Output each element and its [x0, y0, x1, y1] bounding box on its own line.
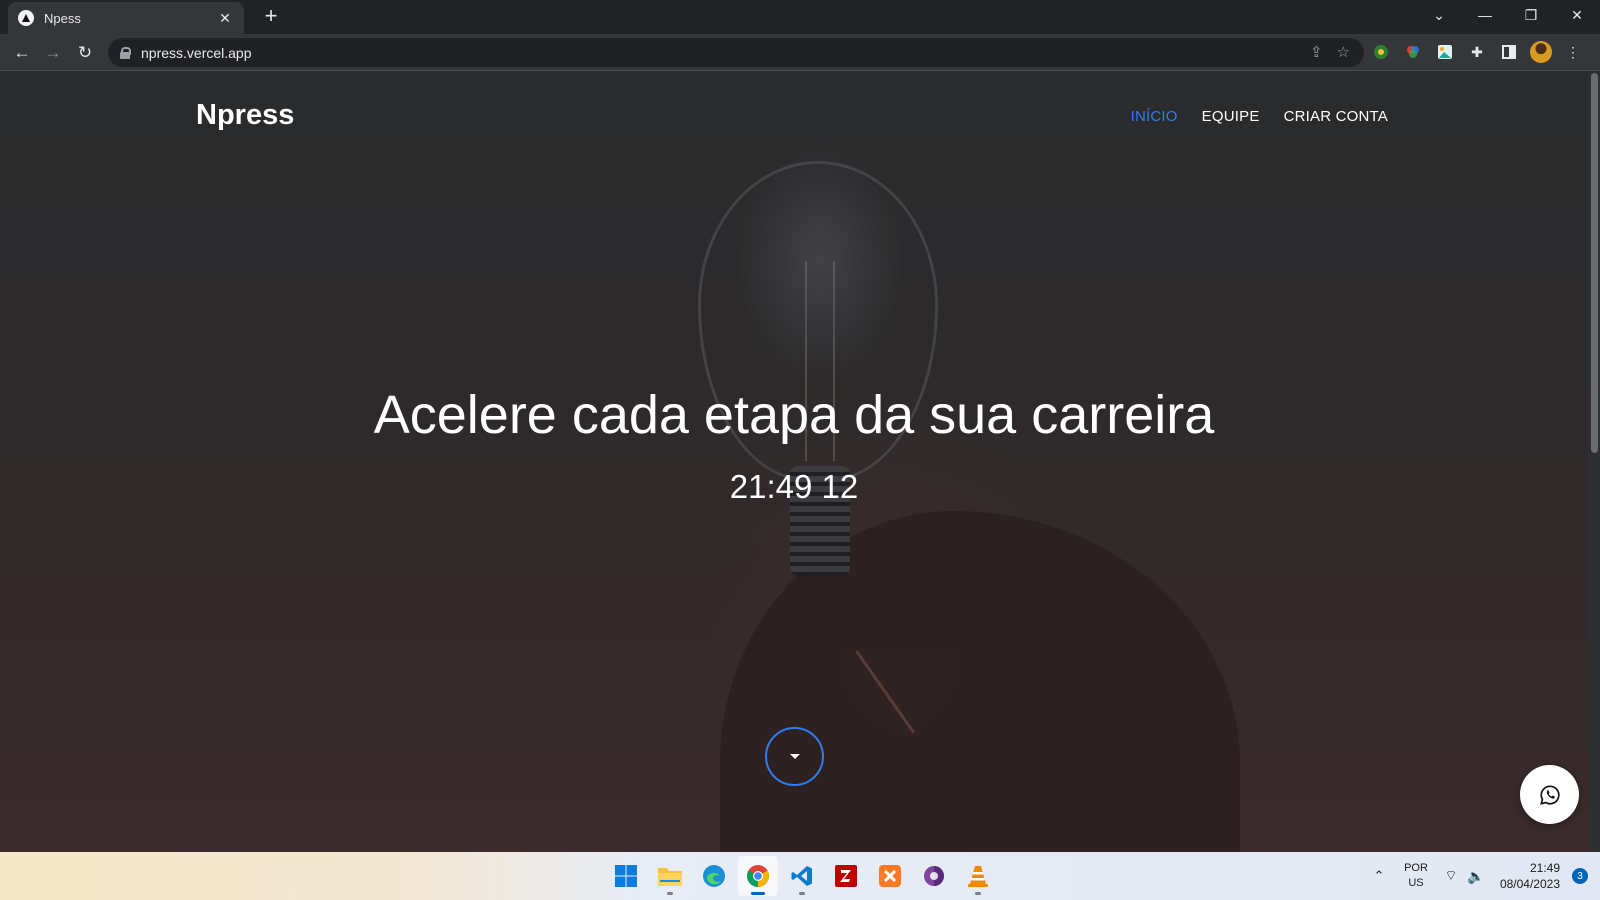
share-icon[interactable]: ⇪: [1310, 43, 1323, 61]
whatsapp-icon: [1539, 784, 1560, 805]
volume-icon[interactable]: 🔈: [1464, 868, 1488, 885]
bookmark-star-icon[interactable]: ☆: [1337, 43, 1350, 61]
taskbar-filezilla[interactable]: [826, 856, 866, 896]
profile-avatar[interactable]: [1530, 41, 1552, 63]
lock-icon[interactable]: [120, 46, 131, 59]
edge-icon: [703, 865, 725, 887]
taskbar-apps: [606, 856, 998, 896]
caret-down-icon: [789, 754, 800, 759]
chrome-menu-icon[interactable]: ⋮: [1562, 41, 1584, 63]
system-tray: ⌃ POR US ⌔ 🔈 21:49 08/04/2023 3: [1364, 852, 1600, 900]
hero-title: Acelere cada etapa da sua carreira: [373, 385, 1215, 445]
browser-tab-strip: Npess ✕ + ⌄ — ❐ ✕: [0, 0, 1600, 34]
site-logo[interactable]: Npress: [196, 99, 294, 132]
chrome-icon: [747, 865, 769, 887]
taskbar-start-button[interactable]: [606, 856, 646, 896]
nav-link-equipe[interactable]: EQUIPE: [1202, 108, 1260, 125]
tor-icon: [924, 866, 944, 886]
main-nav: INÍCIO EQUIPE CRIAR CONTA: [1131, 108, 1388, 125]
scrollbar-thumb[interactable]: [1591, 73, 1598, 453]
tab-search-chevron-icon[interactable]: ⌄: [1416, 0, 1462, 30]
language-indicator[interactable]: POR US: [1394, 861, 1438, 891]
windows-logo-icon: [615, 865, 637, 887]
hero-clock: 21:49 12: [729, 468, 859, 505]
browser-tab[interactable]: Npess ✕: [8, 2, 244, 34]
minimize-button[interactable]: —: [1462, 0, 1508, 30]
wifi-icon[interactable]: ⌔: [1438, 867, 1464, 885]
taskbar-tor-browser[interactable]: [914, 856, 954, 896]
nav-link-criar-conta[interactable]: CRIAR CONTA: [1284, 108, 1388, 125]
taskbar-vscode[interactable]: [782, 856, 822, 896]
close-window-button[interactable]: ✕: [1554, 0, 1600, 30]
vlc-icon: [968, 866, 988, 887]
xampp-icon: [879, 865, 901, 887]
extension-globe-icon[interactable]: [1370, 41, 1392, 63]
scroll-down-button[interactable]: [765, 727, 824, 786]
taskbar: ⌃ POR US ⌔ 🔈 21:49 08/04/2023 3: [0, 852, 1600, 900]
taskbar-edge[interactable]: [694, 856, 734, 896]
back-arrow-icon[interactable]: ←: [10, 41, 34, 65]
hero-section: Npress INÍCIO EQUIPE CRIAR CONTA Acelere…: [0, 71, 1588, 852]
site-favicon-icon: [18, 10, 34, 26]
extensions-area: ✚ ⋮: [1370, 41, 1584, 63]
taskbar-file-explorer[interactable]: [650, 856, 690, 896]
notification-badge[interactable]: 3: [1572, 868, 1588, 884]
folder-icon: [658, 868, 682, 886]
forward-arrow-icon[interactable]: →: [41, 41, 65, 65]
reload-icon[interactable]: ↻: [73, 41, 97, 65]
filezilla-icon: [835, 865, 857, 887]
extensions-puzzle-icon[interactable]: ✚: [1466, 41, 1488, 63]
side-panel-icon[interactable]: [1498, 41, 1520, 63]
taskbar-clock[interactable]: 21:49 08/04/2023: [1488, 860, 1564, 892]
vscode-icon: [791, 866, 812, 886]
show-hidden-icons-chevron-icon[interactable]: ⌃: [1364, 868, 1394, 884]
taskbar-vlc[interactable]: [958, 856, 998, 896]
whatsapp-button[interactable]: [1520, 765, 1579, 824]
address-bar[interactable]: npress.vercel.app ⇪ ☆: [108, 38, 1364, 67]
browser-toolbar: ← → ↻ npress.vercel.app ⇪ ☆ ✚ ⋮: [0, 34, 1600, 71]
extension-image-icon[interactable]: [1434, 41, 1456, 63]
url-text[interactable]: npress.vercel.app: [141, 45, 252, 61]
page-scrollbar[interactable]: [1588, 71, 1600, 852]
restore-button[interactable]: ❐: [1508, 0, 1554, 30]
window-controls: ⌄ — ❐ ✕: [1416, 0, 1600, 30]
taskbar-chrome[interactable]: [738, 856, 778, 896]
taskbar-xampp[interactable]: [870, 856, 910, 896]
taskbar-time: 21:49: [1529, 861, 1560, 875]
new-tab-button[interactable]: +: [260, 5, 282, 28]
taskbar-date: 08/04/2023: [1499, 877, 1560, 891]
close-tab-icon[interactable]: ✕: [216, 10, 234, 27]
nav-link-inicio[interactable]: INÍCIO: [1131, 108, 1178, 125]
extension-color-picker-icon[interactable]: [1402, 41, 1424, 63]
tab-title: Npess: [44, 10, 81, 26]
